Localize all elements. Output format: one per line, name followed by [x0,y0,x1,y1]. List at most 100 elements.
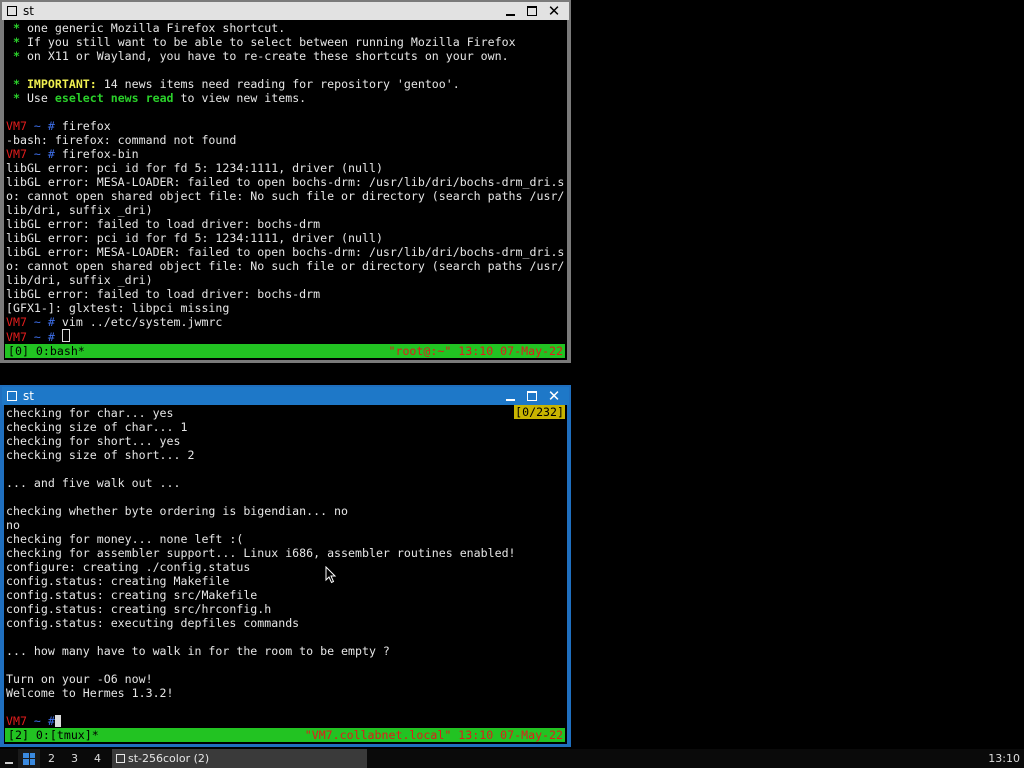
terminal-text-segment: checking whether byte ordering is bigend… [6,504,349,518]
workspace-2-button[interactable]: 2 [40,749,63,768]
terminal-line: checking size of short... 2 [6,448,567,462]
terminal-line: VM7 ~ # firefox [6,119,567,133]
terminal-text-segment: ... how many have to walk in for the roo… [6,644,390,658]
terminal-output: checking for char... yes checking size of… [6,406,567,728]
terminal-line: * IMPORTANT: 14 news items need reading … [6,77,567,91]
tmux-window-list: [2] 0:[tmux]* [8,728,99,742]
terminal-line: checking whether byte ordering is bigend… [6,504,567,518]
terminal-line: checking for money... none left :( [6,532,567,546]
terminal-line: * on X11 or Wayland, you have to re-crea… [6,49,567,63]
terminal-line: config.status: creating Makefile [6,574,567,588]
close-icon: ✕ [547,1,561,20]
workspace-4-button[interactable]: 4 [86,749,109,768]
terminal-text-segment: * [6,35,27,49]
terminal-line: checking for assembler support... Linux … [6,546,567,560]
terminal-text-segment: libGL error: pci id for fd 5: 1234:1111,… [6,161,383,175]
terminal-line: no [6,518,567,532]
terminal-line: VM7 ~ # [6,329,567,344]
terminal-text-segment: vim ../etc/system.jwmrc [61,315,223,329]
window-titlebar[interactable]: st ✕ [2,2,569,20]
workspace-1-button[interactable] [18,749,40,768]
terminal-window-top[interactable]: st ✕ * one generic Mozilla Firefox short… [0,0,571,363]
maximize-button[interactable] [521,387,543,405]
text-cursor [54,715,61,727]
tmux-status-bar: [2] 0:[tmux]* "VM7.collabnet.local" 13:1… [5,728,565,742]
terminal-text-segment: ~ # [26,315,62,329]
terminal-text-segment: ... and five walk out ... [6,476,181,490]
start-menu-button[interactable] [0,749,18,768]
terminal-text-segment: 14 news items need reading for repositor… [96,77,460,91]
terminal-text-segment: o: cannot open shared object file: No su… [6,259,565,273]
terminal-text-segment: one generic Mozilla Firefox shortcut. [26,21,286,35]
terminal-line: VM7 ~ # vim ../etc/system.jwmrc [6,315,567,329]
taskbar: 2 3 4 st-256color (2) 13:10 [0,749,1024,768]
terminal-line: config.status: creating src/Makefile [6,588,567,602]
terminal-text-segment: libGL error: MESA-LOADER: failed to open… [6,245,565,259]
terminal-line: ... and five walk out ... [6,476,567,490]
minimize-button[interactable] [499,387,521,405]
window-titlebar[interactable]: st ✕ [2,387,569,405]
terminal-text-segment: firefox [61,119,111,133]
terminal-text-segment: -bash: firefox: command not found [6,133,237,147]
terminal-line: config.status: executing depfiles comman… [6,616,567,630]
terminal-text-segment: [GFX1-]: glxtest: libpci missing [6,301,230,315]
workspace-3-button[interactable]: 3 [63,749,86,768]
terminal-text-segment: libGL error: pci id for fd 5: 1234:1111,… [6,231,383,245]
terminal-text-segment: lib/dri, suffix _dri) [6,203,153,217]
terminal-text-segment: VM7 [6,315,27,329]
terminal-text-segment: * [6,21,27,35]
terminal-line: libGL error: failed to load driver: boch… [6,287,567,301]
terminal-text-segment: config.status: executing depfiles comman… [6,616,300,630]
minimize-button[interactable] [499,2,521,20]
terminal-window-bottom[interactable]: st ✕ checking for char... yes checking si… [0,385,571,747]
terminal-line: [GFX1-]: glxtest: libpci missing [6,301,567,315]
close-button[interactable]: ✕ [543,2,565,20]
terminal-text-segment: libGL error: failed to load driver: boch… [6,217,321,231]
terminal-text-segment: config.status: creating src/Makefile [6,588,258,602]
terminal-text-segment: ~ # [26,330,62,344]
terminal-text-segment: * [6,77,27,91]
terminal-text-segment: firefox-bin [61,147,139,161]
close-button[interactable]: ✕ [543,387,565,405]
terminal-line: * If you still want to be able to select… [6,35,567,49]
terminal-line: libGL error: MESA-LOADER: failed to open… [6,175,567,189]
terminal-area[interactable]: * one generic Mozilla Firefox shortcut. … [4,20,567,360]
tmux-status-right: "root@:~" 13:10 07-May-22 [388,344,563,358]
terminal-line: Turn on your -O6 now! [6,672,567,686]
mouse-pointer-icon [325,566,337,584]
terminal-text-segment: configure: creating ./config.status [6,560,251,574]
terminal-text-segment: checking for short... yes [6,434,181,448]
terminal-line: Welcome to Hermes 1.3.2! [6,686,567,700]
terminal-text-segment: libGL error: failed to load driver: boch… [6,287,321,301]
terminal-line: o: cannot open shared object file: No su… [6,259,567,273]
terminal-text-segment: no [6,518,20,532]
terminal-text-segment: eselect news read [54,91,174,105]
window-menu-icon[interactable] [7,6,17,16]
terminal-text-segment: config.status: creating src/hrconfig.h [6,602,272,616]
terminal-text-segment: If you still want to be able to select b… [26,35,516,49]
window-menu-icon[interactable] [7,391,17,401]
terminal-text-segment: Use [26,91,55,105]
terminal-text-segment: lib/dri, suffix _dri) [6,273,153,287]
tmux-status-bar: [0] 0:bash* "root@:~" 13:10 07-May-22 [5,344,565,358]
taskbar-task-button[interactable]: st-256color (2) [112,749,367,768]
terminal-text-segment: IMPORTANT: [26,77,97,91]
terminal-line: configure: creating ./config.status [6,560,567,574]
terminal-line: ... how many have to walk in for the roo… [6,644,567,658]
terminal-line: libGL error: MESA-LOADER: failed to open… [6,245,567,259]
terminal-text-segment: checking for money... none left :( [6,532,244,546]
tmux-window-list: [0] 0:bash* [8,344,85,358]
terminal-text-segment: o: cannot open shared object file: No su… [6,189,565,203]
terminal-text-segment: * [6,91,27,105]
terminal-line: libGL error: pci id for fd 5: 1234:1111,… [6,231,567,245]
close-icon: ✕ [547,386,561,405]
minimize-icon [505,14,515,16]
terminal-line: VM7 ~ # firefox-bin [6,147,567,161]
window-title: st [23,389,34,403]
maximize-button[interactable] [521,2,543,20]
terminal-area[interactable]: checking for char... yes checking size of… [4,405,567,744]
